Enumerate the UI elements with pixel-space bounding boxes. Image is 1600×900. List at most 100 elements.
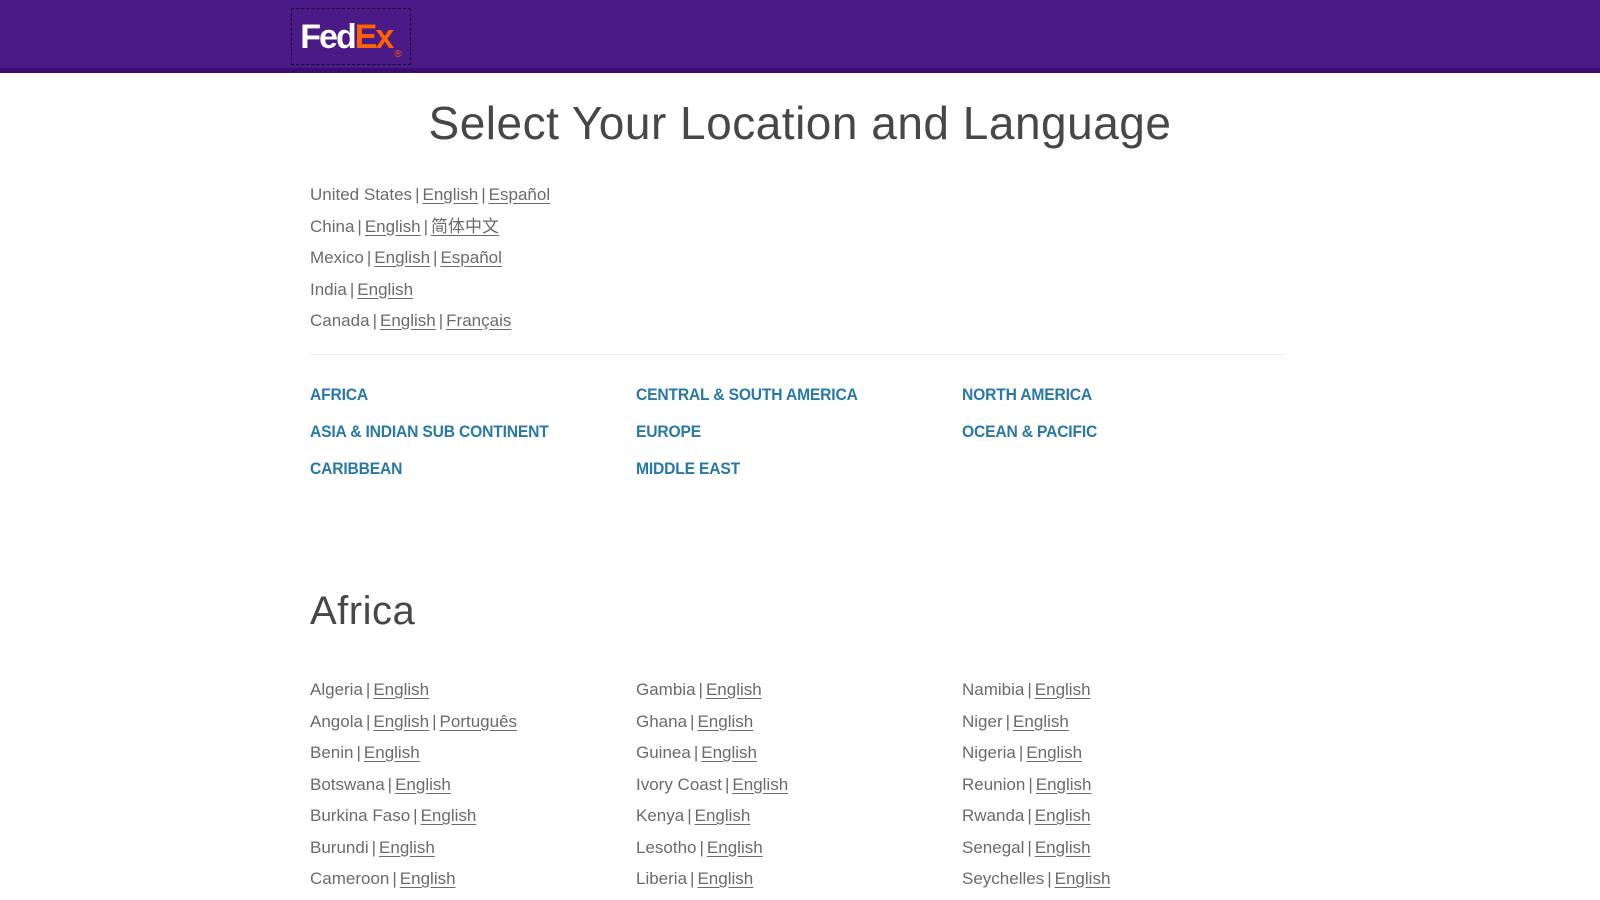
country-label: Mexico	[310, 248, 364, 267]
location-row-rwanda: Rwanda|English	[962, 807, 1290, 825]
pipe-separator: |	[436, 311, 446, 330]
language-link-niger-english[interactable]: English	[1013, 712, 1069, 731]
country-label: Senegal	[962, 838, 1024, 857]
language-link-liberia-english[interactable]: English	[697, 869, 753, 888]
pipe-separator: |	[370, 311, 380, 330]
pipe-separator: |	[1024, 838, 1034, 857]
language-link-burkina-faso-english[interactable]: English	[421, 806, 477, 825]
location-row-burkina-faso: Burkina Faso|English	[310, 807, 636, 825]
language-link-india-english[interactable]: English	[357, 280, 413, 299]
country-label: Canada	[310, 311, 370, 330]
country-label: Reunion	[962, 775, 1025, 794]
language-link-namibia-english[interactable]: English	[1035, 680, 1091, 699]
country-label: Gambia	[636, 680, 696, 699]
location-row-cameroon: Cameroon|English	[310, 870, 636, 888]
pipe-separator: |	[697, 838, 707, 857]
region-link-middle-east[interactable]: MIDDLE EAST	[636, 461, 740, 477]
pipe-separator: |	[354, 217, 364, 236]
country-label: Algeria	[310, 680, 363, 699]
region-link-ocean-pacific[interactable]: OCEAN & PACIFIC	[962, 424, 1097, 440]
language-link-mexico-espa-ol[interactable]: Español	[440, 248, 501, 267]
country-label: Benin	[310, 743, 353, 762]
region-link-central-south-america[interactable]: CENTRAL & SOUTH AMERICA	[636, 387, 858, 403]
pipe-separator: |	[696, 680, 706, 699]
pipe-separator: |	[421, 217, 431, 236]
section-divider	[310, 354, 1285, 355]
language-link-reunion-english[interactable]: English	[1036, 775, 1092, 794]
language-link-canada-english[interactable]: English	[380, 311, 436, 330]
location-row-algeria: Algeria|English	[310, 681, 636, 699]
pipe-separator: |	[687, 869, 697, 888]
section-title: Africa	[310, 586, 1290, 636]
location-row-gambia: Gambia|English	[636, 681, 962, 699]
country-label: Seychelles	[962, 869, 1044, 888]
language-link-seychelles-english[interactable]: English	[1055, 869, 1111, 888]
language-link-gambia-english[interactable]: English	[706, 680, 762, 699]
language-link-china-简体中文[interactable]: 简体中文	[431, 217, 499, 236]
location-row-ivory-coast: Ivory Coast|English	[636, 776, 962, 794]
language-link-botswana-english[interactable]: English	[395, 775, 451, 794]
pipe-separator: |	[412, 185, 422, 204]
language-link-guinea-english[interactable]: English	[701, 743, 757, 762]
region-column: NORTH AMERICA OCEAN & PACIFIC	[962, 387, 1290, 498]
location-row-kenya: Kenya|English	[636, 807, 962, 825]
country-label: Liberia	[636, 869, 687, 888]
language-link-united-states-english[interactable]: English	[422, 185, 478, 204]
language-link-cameroon-english[interactable]: English	[400, 869, 456, 888]
region-link-europe[interactable]: EUROPE	[636, 424, 701, 440]
pipe-separator: |	[364, 248, 374, 267]
pipe-separator: |	[1003, 712, 1013, 731]
country-label: Burkina Faso	[310, 806, 410, 825]
country-label: United States	[310, 185, 412, 204]
language-link-china-english[interactable]: English	[365, 217, 421, 236]
location-row-nigeria: Nigeria|English	[962, 744, 1290, 762]
location-row-senegal: Senegal|English	[962, 839, 1290, 857]
location-row-angola: Angola|English|Português	[310, 713, 636, 731]
language-link-lesotho-english[interactable]: English	[707, 838, 763, 857]
africa-country-list: Algeria|EnglishAngola|English|PortuguêsB…	[310, 681, 1290, 900]
region-link-asia-indian-sub-continent[interactable]: ASIA & INDIAN SUB CONTINENT	[310, 424, 549, 440]
language-link-burundi-english[interactable]: English	[379, 838, 435, 857]
country-label: Angola	[310, 712, 363, 731]
language-link-nigeria-english[interactable]: English	[1026, 743, 1082, 762]
language-link-canada-fran-ais[interactable]: Français	[446, 311, 511, 330]
region-link-north-america[interactable]: NORTH AMERICA	[962, 387, 1092, 403]
country-column: Namibia|EnglishNiger|EnglishNigeria|Engl…	[962, 681, 1290, 900]
language-link-kenya-english[interactable]: English	[695, 806, 751, 825]
pipe-separator: |	[1024, 806, 1034, 825]
country-label: Ghana	[636, 712, 687, 731]
app-header: FedEx®	[0, 0, 1600, 73]
country-label: Ivory Coast	[636, 775, 722, 794]
country-label: Guinea	[636, 743, 691, 762]
language-link-benin-english[interactable]: English	[364, 743, 420, 762]
location-row-india: India|English	[310, 281, 1290, 299]
location-row-burundi: Burundi|English	[310, 839, 636, 857]
country-label: Nigeria	[962, 743, 1016, 762]
region-link-africa[interactable]: AFRICA	[310, 387, 368, 403]
country-label: Burundi	[310, 838, 369, 857]
fedex-logo[interactable]: FedEx®	[291, 8, 411, 65]
country-label: Kenya	[636, 806, 684, 825]
language-link-mexico-english[interactable]: English	[374, 248, 430, 267]
pipe-separator: |	[430, 248, 440, 267]
language-link-algeria-english[interactable]: English	[373, 680, 429, 699]
language-link-ivory-coast-english[interactable]: English	[732, 775, 788, 794]
location-row-botswana: Botswana|English	[310, 776, 636, 794]
location-row-namibia: Namibia|English	[962, 681, 1290, 699]
pipe-separator: |	[687, 712, 697, 731]
language-link-angola-portugu-s[interactable]: Português	[440, 712, 518, 731]
pipe-separator: |	[1044, 869, 1054, 888]
region-link-caribbean[interactable]: CARIBBEAN	[310, 461, 402, 477]
pipe-separator: |	[1016, 743, 1026, 762]
registered-trademark-icon: ®	[394, 50, 401, 60]
language-link-ghana-english[interactable]: English	[697, 712, 753, 731]
location-row-lesotho: Lesotho|English	[636, 839, 962, 857]
language-link-rwanda-english[interactable]: English	[1035, 806, 1091, 825]
location-row-reunion: Reunion|English	[962, 776, 1290, 794]
location-row-guinea: Guinea|English	[636, 744, 962, 762]
language-link-angola-english[interactable]: English	[373, 712, 429, 731]
language-link-senegal-english[interactable]: English	[1035, 838, 1091, 857]
pipe-separator: |	[722, 775, 732, 794]
location-row-china: China|English|简体中文	[310, 218, 1290, 236]
language-link-united-states-espa-ol[interactable]: Español	[489, 185, 550, 204]
